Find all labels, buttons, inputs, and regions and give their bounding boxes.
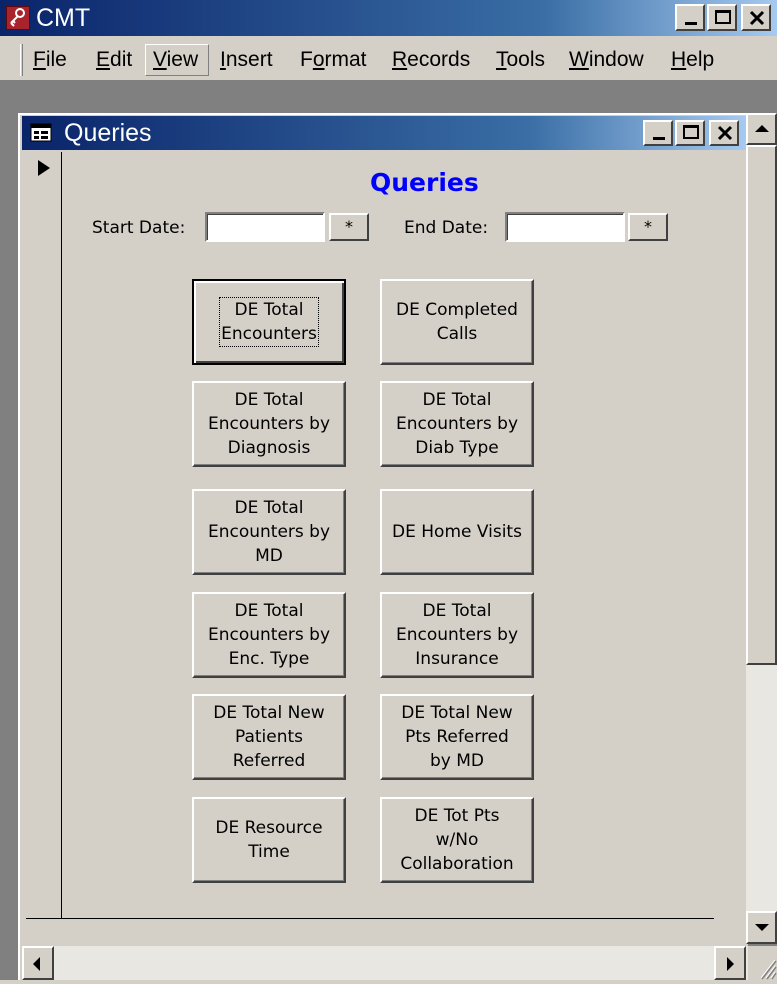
de-total-encounters-by-insurance-button[interactable]: DE Total Encounters by Insurance	[380, 592, 534, 678]
arrow-down-icon	[755, 924, 769, 931]
de-total-new-patients-referred-button[interactable]: DE Total New Patients Referred	[192, 694, 346, 780]
end-date-input[interactable]	[505, 212, 625, 242]
mdi-edge	[746, 80, 777, 113]
de-tot-pts-no-collaboration-button[interactable]: DE Tot Pts w/No Collaboration	[380, 797, 534, 883]
close-icon	[717, 125, 733, 141]
de-resource-time-button[interactable]: DE Resource Time	[192, 797, 346, 883]
de-total-encounters-label: DE Total Encounters	[219, 297, 319, 347]
child-minimize-button[interactable]	[643, 120, 673, 146]
menu-file[interactable]: File	[33, 44, 67, 76]
horizontal-scrollbar[interactable]	[22, 946, 750, 980]
form-icon[interactable]	[30, 122, 52, 144]
size-grip-icon	[760, 959, 777, 980]
menu-grip[interactable]	[20, 44, 23, 76]
menu-window[interactable]: Window	[569, 44, 644, 76]
de-total-encounters-by-diagnosis-button[interactable]: DE Total Encounters by Diagnosis	[192, 381, 346, 467]
access-key-icon[interactable]	[6, 6, 30, 30]
arrow-left-icon	[33, 957, 40, 971]
start-date-label: Start Date:	[92, 218, 186, 238]
record-selector[interactable]	[24, 152, 62, 918]
start-date-star-button[interactable]: *	[329, 213, 369, 241]
app-title-bar[interactable]	[0, 0, 777, 36]
de-total-encounters-by-enc-type-button[interactable]: DE Total Encounters by Enc. Type	[192, 592, 346, 678]
scroll-down-button[interactable]	[746, 911, 777, 944]
menu-view[interactable]: View	[153, 44, 198, 76]
minimize-icon	[685, 22, 697, 25]
de-total-encounters-button[interactable]: DE Total Encounters	[192, 279, 346, 365]
end-date-star-button[interactable]: *	[628, 213, 668, 241]
close-icon	[749, 10, 765, 26]
size-grip[interactable]	[748, 946, 777, 980]
arrow-up-icon	[755, 125, 769, 132]
form-footer-divider	[26, 918, 714, 919]
menu-insert[interactable]: Insert	[220, 44, 273, 76]
start-date-input[interactable]	[205, 212, 325, 242]
maximize-icon	[683, 125, 699, 139]
menu-tools[interactable]: Tools	[496, 44, 545, 76]
de-total-encounters-by-md-button[interactable]: DE Total Encounters by MD	[192, 489, 346, 575]
queries-window-title: Queries	[64, 119, 152, 147]
close-button[interactable]	[741, 4, 771, 31]
arrow-right-icon	[727, 957, 734, 971]
menu-edit[interactable]: Edit	[96, 44, 132, 76]
maximize-icon	[715, 10, 731, 24]
vertical-scroll-thumb[interactable]	[746, 145, 777, 665]
de-total-new-pts-referred-by-md-button[interactable]: DE Total New Pts Referred by MD	[380, 694, 534, 780]
scroll-left-button[interactable]	[22, 946, 54, 980]
minimize-button[interactable]	[675, 4, 705, 31]
child-close-button[interactable]	[709, 120, 739, 146]
form-heading: Queries	[370, 168, 479, 197]
de-completed-calls-button[interactable]: DE Completed Calls	[380, 279, 534, 365]
menu-format[interactable]: Format	[300, 44, 367, 76]
de-total-encounters-by-diab-type-button[interactable]: DE Total Encounters by Diab Type	[380, 381, 534, 467]
menu-help[interactable]: Help	[671, 44, 714, 76]
de-home-visits-button[interactable]: DE Home Visits	[380, 489, 534, 575]
end-date-label: End Date:	[404, 218, 489, 238]
menu-records[interactable]: Records	[392, 44, 470, 76]
maximize-button[interactable]	[707, 4, 737, 31]
child-restore-button[interactable]	[675, 120, 705, 146]
scroll-up-button[interactable]	[746, 113, 777, 145]
current-record-arrow-icon	[38, 160, 50, 176]
minimize-icon	[653, 137, 665, 140]
app-title: CMT	[36, 4, 91, 32]
scroll-right-button[interactable]	[714, 946, 746, 980]
